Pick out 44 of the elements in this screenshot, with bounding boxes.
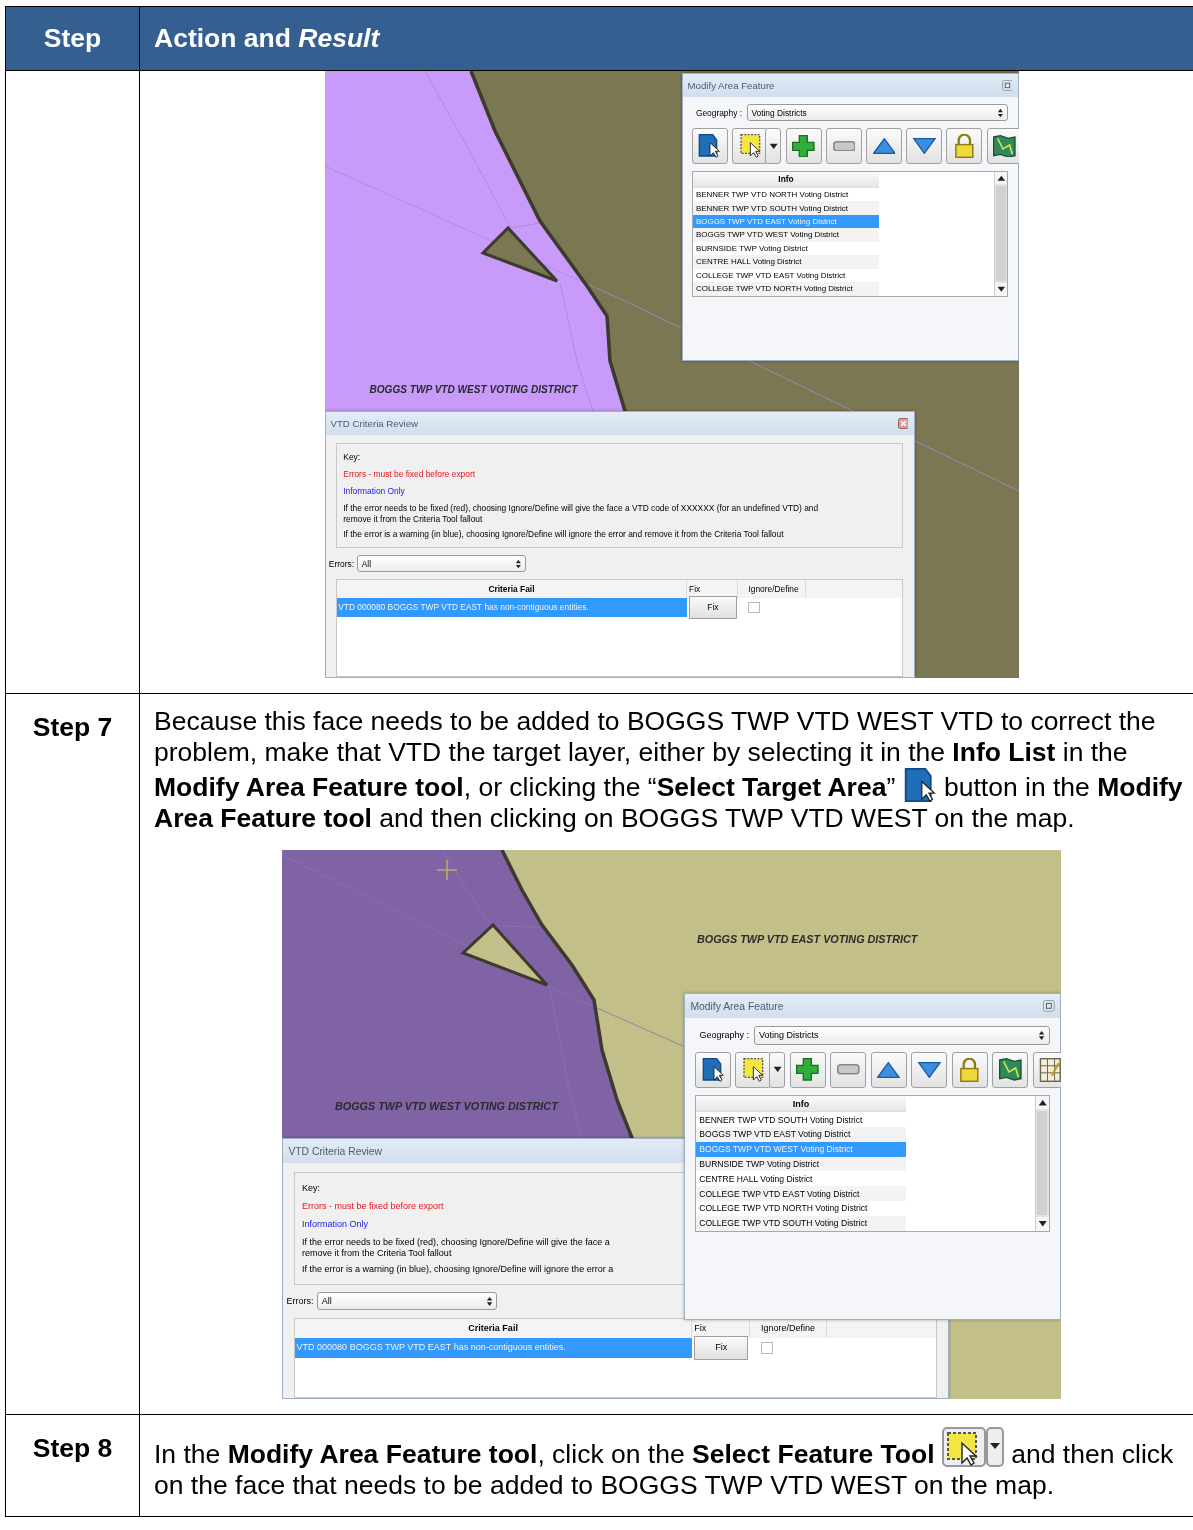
geography-label: Geography : bbox=[699, 1030, 749, 1041]
list-item[interactable]: COLLEGE TWP VTD EAST Voting District bbox=[695, 1186, 906, 1201]
note-text: If the error needs to be fixed (red), choosing Ignore/Define will give the face a VTD code of XXXXXX (for an undefined VTD) and bbox=[343, 503, 819, 515]
key-text: Errors - must be fixed before export bbox=[343, 467, 476, 481]
key-text: Errors - must be fixed before export bbox=[302, 1199, 444, 1213]
column-header: Info bbox=[692, 171, 880, 188]
list-item[interactable]: BENNER TWP VTD SOUTH Voting District bbox=[695, 1112, 906, 1128]
column-header: Info bbox=[695, 1095, 906, 1113]
geography-label: Geography : bbox=[695, 107, 742, 118]
note-text: If the error is a warning (in blue), choosing Ignore/Define will ignore the error a bbox=[302, 1264, 614, 1276]
list-item[interactable]: CENTRE HALL Voting District bbox=[695, 1171, 906, 1187]
errors-dropdown[interactable]: All bbox=[317, 1292, 498, 1311]
column-header: Ignore/Define bbox=[738, 579, 807, 599]
key-text: Information Only bbox=[302, 1217, 368, 1231]
column-header: Step bbox=[43, 23, 102, 54]
list-item[interactable]: COLLEGE TWP VTD SOUTH Voting District bbox=[695, 1215, 906, 1231]
column-header: Action and Result bbox=[154, 23, 380, 54]
list-item[interactable]: COLLEGE TWP VTD NORTH Voting District bbox=[695, 1201, 906, 1216]
errors-dropdown[interactable]: All bbox=[357, 555, 526, 573]
geography-dropdown[interactable]: Voting Districts bbox=[754, 1026, 1051, 1045]
list-item[interactable]: BOGGS TWP VTD EAST Voting District bbox=[695, 1127, 906, 1142]
step-label: Step 7 bbox=[32, 712, 113, 742]
note-text: If the error needs to be fixed (red), choosing Ignore/Define will give the face a bbox=[302, 1236, 610, 1249]
step-label: Step 8 bbox=[32, 1433, 113, 1463]
instruction-text: In the Modify Area Feature tool, click on the Select Feature Tool and then click on the face that needs to be added to BOGGS TWP VTD WEST on the map. bbox=[154, 1427, 1189, 1501]
key-text: Information Only bbox=[343, 484, 405, 498]
note-text: remove it from the Criteria Tool fallout bbox=[343, 514, 483, 526]
fix-button[interactable]: Fix bbox=[689, 596, 737, 620]
note-text: If the error is a warning (in blue), choosing Ignore/Define will ignore the error and remove it from the Criteria Tool fallout bbox=[343, 528, 784, 540]
window-title: Modify Area Feature bbox=[690, 1000, 784, 1012]
errors-label: Errors: bbox=[286, 1296, 314, 1307]
key-text: Key: bbox=[302, 1181, 320, 1195]
geography-dropdown[interactable]: Voting Districts bbox=[747, 104, 1009, 122]
map-label: BOGGS TWP VTD EAST VOTING DISTRICT bbox=[697, 933, 918, 945]
map-label: BOGGS TWP VTD WEST VOTING DISTRICT bbox=[369, 384, 578, 395]
window-title: Modify Area Feature bbox=[687, 79, 775, 91]
map-label: BOGGS TWP VTD WEST VOTING DISTRICT bbox=[335, 1100, 558, 1112]
key-text: Key: bbox=[343, 451, 361, 465]
window-title: VTD Criteria Review bbox=[288, 1145, 383, 1157]
instruction-text: Because this face needs to be added to BOGGS TWP VTD WEST VTD to correct the problem, make that VTD the target layer, either by selecting it in the Info List in the Modify Area Feature tool, or clicking the “Select Target Area” button in the Modify Area Feature tool and then clicking on BOGGS TWP VTD WEST on the map. bbox=[154, 706, 1184, 834]
fix-button[interactable]: Fix bbox=[694, 1336, 749, 1361]
errors-label: Errors: bbox=[328, 558, 354, 569]
note-text: remove it from the Criteria Tool fallout bbox=[302, 1248, 452, 1261]
window-title: VTD Criteria Review bbox=[330, 417, 418, 429]
